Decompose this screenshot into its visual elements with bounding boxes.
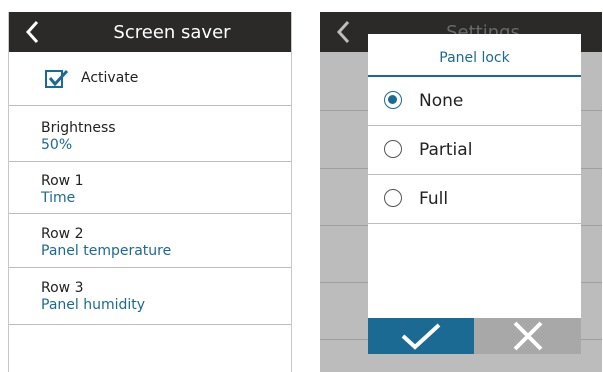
option-full[interactable]: Full [368,175,581,224]
activate-label: Activate [81,70,139,86]
row-1-value: Time [41,190,76,206]
row-3-value: Panel humidity [41,297,146,313]
radio-button[interactable] [384,140,402,158]
cancel-button[interactable] [474,318,581,354]
option-label: Full [419,189,449,209]
settings-screen: Settings Panel lock None Partial Full [320,12,602,372]
row-2-value: Panel temperature [41,243,172,259]
brightness-label: Brightness [41,120,116,136]
brightness-row[interactable]: Brightness 50% [9,106,291,162]
panel-lock-dialog: Panel lock None Partial Full [368,34,581,354]
row-1-label: Row 1 [41,173,84,189]
dialog-title: Panel lock [439,50,510,66]
checkmark-icon [401,323,441,350]
activate-row[interactable]: Activate [9,52,291,106]
option-label: None [419,91,464,111]
radio-dot [388,95,397,104]
radio-button-selected[interactable] [384,91,402,109]
row-2-label: Row 2 [41,226,84,242]
header-bar: Screen saver [9,12,291,52]
radio-button[interactable] [384,189,402,207]
option-none[interactable]: None [368,77,581,126]
row-3-label: Row 3 [41,280,84,296]
activate-checkbox[interactable] [45,69,69,88]
row-3-item[interactable]: Row 3 Panel humidity [9,268,291,325]
row-2-item[interactable]: Row 2 Panel temperature [9,214,291,268]
page-title: Screen saver [113,22,231,43]
option-label: Partial [419,140,473,160]
close-icon [513,321,542,351]
row-1-item[interactable]: Row 1 Time [9,162,291,214]
screen-saver-screen: Screen saver Activate Brightness 50% Row… [8,12,292,372]
option-partial[interactable]: Partial [368,126,581,175]
confirm-button[interactable] [368,318,474,354]
brightness-value: 50% [41,137,73,153]
checkmark-icon [48,69,69,87]
